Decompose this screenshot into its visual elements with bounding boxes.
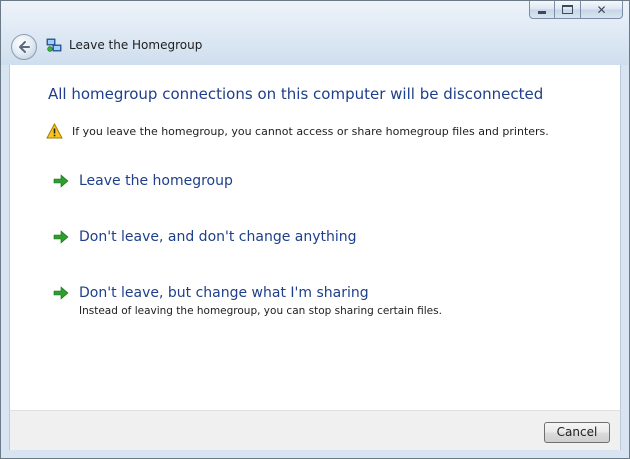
button-bar: Cancel [9,410,621,450]
command-note: Instead of leaving the homegroup, you ca… [79,305,442,317]
command-text: Don't leave, but change what I'm sharing… [79,283,442,318]
close-icon: ✕ [596,2,607,17]
window-title-bar[interactable]: ✕ Leave the Homegroup [1,1,629,65]
green-arrow-icon [53,286,69,300]
content-area: All homegroup connections on this comput… [9,65,621,410]
homegroup-icon [46,38,62,52]
green-arrow-icon [53,230,69,244]
command-label: Leave the homegroup [79,173,233,189]
page-heading: All homegroup connections on this comput… [48,85,544,103]
green-arrow-icon [53,174,69,188]
minimize-icon [538,11,546,14]
minimize-button[interactable] [529,1,555,19]
command-label: Don't leave, but change what I'm sharing [79,285,369,301]
back-button[interactable] [11,34,37,60]
caption-buttons: ✕ [529,1,623,21]
close-button[interactable]: ✕ [581,1,623,19]
change-sharing-link[interactable]: Don't leave, but change what I'm sharing… [53,283,442,318]
command-label: Don't leave, and don't change anything [79,229,357,245]
command-text: Don't leave, and don't change anything [79,227,357,247]
maximize-button[interactable] [555,1,581,19]
window-title: Leave the Homegroup [69,38,203,52]
dialog-window: ✕ Leave the Homegroup All homegroup conn… [0,0,630,459]
back-arrow-icon [19,41,30,53]
warning-icon [46,123,63,139]
leave-homegroup-link[interactable]: Leave the homegroup [53,171,233,191]
command-text: Leave the homegroup [79,171,233,191]
warning-text: If you leave the homegroup, you cannot a… [72,124,549,138]
maximize-icon [562,5,573,14]
dont-leave-link[interactable]: Don't leave, and don't change anything [53,227,357,247]
warning-message: If you leave the homegroup, you cannot a… [46,123,549,139]
cancel-button[interactable]: Cancel [544,422,610,443]
